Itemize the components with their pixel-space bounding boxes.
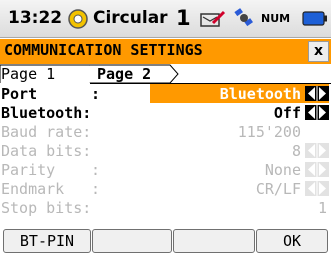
bluetooth-label: Bluetooth: bbox=[1, 104, 92, 122]
edit-icon bbox=[199, 9, 227, 29]
bluetooth-arrows[interactable] bbox=[305, 105, 329, 120]
tab-page-1[interactable]: Page 1 bbox=[1, 65, 55, 83]
status-bar: 13:22 Circular 1 NUM bbox=[0, 0, 331, 38]
stop-bits-row: Stop bits: 1 bbox=[0, 198, 331, 217]
left-right-arrows-icon bbox=[308, 86, 326, 101]
endmark-arrows bbox=[305, 181, 329, 196]
softkey-2-button[interactable] bbox=[92, 229, 172, 253]
satellite-icon bbox=[232, 6, 256, 30]
baud-rate-row: Baud rate: 115'200 bbox=[0, 122, 331, 141]
port-value[interactable]: Bluetooth bbox=[220, 85, 301, 103]
circular-mode-icon bbox=[67, 8, 89, 30]
parity-arrows bbox=[305, 162, 329, 177]
stop-bits-value: 1 bbox=[317, 199, 327, 217]
bluetooth-row[interactable]: Bluetooth: Off bbox=[0, 103, 331, 122]
data-bits-row: Data bits: 8 bbox=[0, 141, 331, 160]
endmark-value: CR/LF bbox=[255, 180, 301, 198]
parity-label: Parity: bbox=[1, 161, 101, 179]
battery-icon bbox=[302, 11, 328, 26]
data-bits-value: 8 bbox=[291, 142, 301, 160]
close-button[interactable]: x bbox=[308, 41, 329, 62]
parity-row: Parity: None bbox=[0, 160, 331, 179]
endmark-label: Endmark: bbox=[1, 180, 101, 198]
left-right-arrows-icon bbox=[308, 162, 326, 177]
data-bits-label: Data bits: bbox=[1, 142, 92, 160]
page-title: COMMUNICATION SETTINGS bbox=[4, 41, 203, 59]
data-bits-arrows bbox=[305, 143, 329, 158]
left-right-arrows-icon bbox=[308, 143, 326, 158]
bt-pin-button[interactable]: BT-PIN bbox=[3, 229, 91, 253]
ok-button[interactable]: OK bbox=[256, 229, 328, 253]
bluetooth-value[interactable]: Off bbox=[274, 104, 301, 122]
tab-bar: Page 1 Page 2 bbox=[0, 64, 331, 84]
softkey-bar: BT-PIN OK bbox=[0, 229, 331, 253]
endmark-row: Endmark: CR/LF bbox=[0, 179, 331, 198]
face-indicator: 1 bbox=[176, 6, 191, 30]
left-right-arrows-icon bbox=[308, 105, 326, 120]
port-row[interactable]: Port: Bluetooth bbox=[0, 84, 331, 103]
mode-label: Circular bbox=[93, 8, 168, 28]
port-arrows[interactable] bbox=[305, 86, 329, 101]
softkey-3-button[interactable] bbox=[173, 229, 255, 253]
num-lock-indicator: NUM bbox=[261, 12, 291, 25]
baud-rate-value: 115'200 bbox=[237, 123, 301, 141]
stop-bits-label: Stop bits: bbox=[1, 199, 92, 217]
window-title-bar: COMMUNICATION SETTINGS x bbox=[0, 39, 331, 64]
left-right-arrows-icon bbox=[308, 181, 326, 196]
close-icon: x bbox=[313, 43, 324, 59]
tab-page-2[interactable]: Page 2 bbox=[97, 65, 151, 83]
settings-form: Port: Bluetooth Bluetooth: Off Baud rate… bbox=[0, 84, 331, 217]
clock-time: 13:22 bbox=[8, 8, 63, 28]
baud-rate-label: Baud rate: bbox=[1, 123, 92, 141]
port-label: Port: bbox=[1, 85, 101, 103]
parity-value: None bbox=[264, 161, 301, 179]
